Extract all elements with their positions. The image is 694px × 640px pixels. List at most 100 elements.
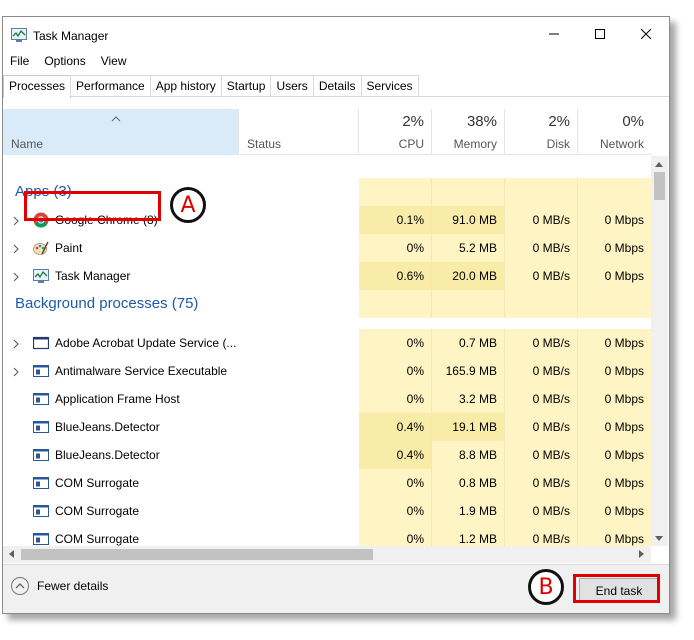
group-header-background[interactable]: Background processes (75): [3, 290, 651, 318]
tab-performance[interactable]: Performance: [70, 75, 151, 96]
tab-processes[interactable]: Processes: [3, 75, 72, 98]
process-name: BlueJeans.Detector: [55, 420, 160, 434]
title-bar[interactable]: Task Manager: [3, 17, 669, 51]
process-network: 0 Mbps: [578, 497, 651, 525]
process-row[interactable]: Application Frame Host 0% 3.2 MB 0 MB/s …: [3, 385, 651, 413]
process-disk: 0 MB/s: [505, 206, 578, 234]
process-row[interactable]: Paint 0% 5.2 MB 0 MB/s 0 Mbps: [3, 234, 651, 262]
annotation-marker-b: B: [528, 569, 564, 605]
menu-bar: File Options View: [3, 53, 135, 71]
minimize-button[interactable]: [531, 17, 577, 51]
process-network: 0 Mbps: [578, 206, 651, 234]
window-icon: [32, 335, 50, 351]
fewer-details-label: Fewer details: [37, 579, 109, 593]
task-manager-icon: [33, 268, 49, 284]
task-manager-icon: [11, 28, 27, 45]
column-name-label: Name: [11, 137, 44, 151]
process-row[interactable]: BlueJeans.Detector 0.4% 8.8 MB 0 MB/s 0 …: [3, 441, 651, 469]
process-row[interactable]: Adobe Acrobat Update Service (... 0% 0.7…: [3, 329, 651, 357]
column-name[interactable]: Name: [3, 109, 239, 155]
process-row[interactable]: COM Surrogate 0% 1.9 MB 0 MB/s 0 Mbps: [3, 497, 651, 525]
process-disk: 0 MB/s: [505, 385, 578, 413]
process-memory: 0.7 MB: [432, 329, 505, 357]
chevron-right-icon[interactable]: [13, 243, 19, 257]
process-cpu: 0%: [359, 525, 432, 547]
process-name: COM Surrogate: [55, 504, 140, 518]
chevron-right-icon[interactable]: [13, 271, 19, 285]
annotation-box-end-task: [573, 574, 660, 603]
horizontal-scroll-thumb[interactable]: [21, 549, 373, 560]
process-name: Task Manager: [55, 269, 131, 283]
process-name: COM Surrogate: [55, 532, 140, 546]
process-cpu: 0.4%: [359, 441, 432, 469]
process-row[interactable]: BlueJeans.Detector 0.4% 19.1 MB 0 MB/s 0…: [3, 413, 651, 441]
service-icon: [33, 503, 49, 519]
close-button[interactable]: [623, 17, 669, 51]
network-total: 0%: [622, 113, 644, 130]
chevron-right-icon[interactable]: [13, 338, 19, 352]
process-network: 0 Mbps: [578, 525, 651, 547]
process-cpu: 0.6%: [359, 262, 432, 290]
chevron-right-icon[interactable]: [13, 215, 19, 229]
process-row[interactable]: Antimalware Service Executable 0% 165.9 …: [3, 357, 651, 385]
process-cpu: 0%: [359, 469, 432, 497]
column-memory[interactable]: 38% Memory: [432, 109, 505, 155]
service-icon: [33, 363, 49, 379]
annotation-box-chrome: [24, 191, 161, 221]
column-network[interactable]: 0% Network: [578, 109, 651, 155]
process-cpu: 0%: [359, 234, 432, 262]
minimize-icon: [549, 33, 559, 35]
horizontal-scrollbar[interactable]: [3, 546, 651, 563]
process-network: 0 Mbps: [578, 469, 651, 497]
chevron-right-icon[interactable]: [13, 366, 19, 380]
scroll-right-icon[interactable]: [633, 546, 649, 562]
service-icon: [33, 391, 49, 407]
tab-startup[interactable]: Startup: [220, 75, 272, 96]
process-disk: 0 MB/s: [505, 525, 578, 547]
tab-users[interactable]: Users: [270, 75, 314, 96]
group-title-background: Background processes (75): [15, 295, 199, 312]
process-cpu: 0%: [359, 329, 432, 357]
column-memory-label: Memory: [453, 137, 497, 151]
process-memory: 0.8 MB: [432, 469, 505, 497]
annotation-marker-a: A: [170, 187, 206, 223]
process-name: BlueJeans.Detector: [55, 448, 160, 462]
process-network: 0 Mbps: [578, 234, 651, 262]
column-cpu[interactable]: 2% CPU: [359, 109, 432, 155]
process-name: Application Frame Host: [55, 392, 180, 406]
tab-details[interactable]: Details: [312, 75, 362, 96]
process-disk: 0 MB/s: [505, 357, 578, 385]
process-network: 0 Mbps: [578, 357, 651, 385]
vertical-scrollbar[interactable]: [651, 156, 668, 546]
memory-total: 38%: [466, 113, 497, 130]
process-row[interactable]: COM Surrogate 0% 0.8 MB 0 MB/s 0 Mbps: [3, 469, 651, 497]
column-cpu-label: CPU: [398, 137, 424, 151]
scroll-left-icon[interactable]: [3, 546, 19, 562]
vertical-scroll-thumb[interactable]: [654, 172, 665, 200]
tab-app-history[interactable]: App history: [149, 75, 222, 96]
process-row[interactable]: COM Surrogate 0% 1.2 MB 0 MB/s 0 Mbps: [3, 525, 651, 547]
disk-total: 2%: [548, 113, 570, 130]
process-cpu: 0%: [359, 385, 432, 413]
process-network: 0 Mbps: [578, 441, 651, 469]
scroll-up-icon[interactable]: [651, 156, 667, 172]
service-icon: [33, 475, 49, 491]
process-row[interactable]: Task Manager 0.6% 20.0 MB 0 MB/s 0 Mbps: [3, 262, 651, 290]
tab-services[interactable]: Services: [360, 75, 419, 96]
paint-icon: [33, 240, 49, 256]
menu-file[interactable]: File: [3, 53, 37, 71]
scroll-down-icon[interactable]: [651, 530, 667, 546]
maximize-button[interactable]: [577, 17, 623, 51]
fewer-details-toggle[interactable]: Fewer details: [11, 577, 108, 595]
menu-view[interactable]: View: [94, 53, 135, 71]
service-icon: [33, 531, 49, 547]
process-memory: 91.0 MB: [432, 206, 505, 234]
process-disk: 0 MB/s: [505, 497, 578, 525]
column-disk[interactable]: 2% Disk: [505, 109, 578, 155]
menu-options[interactable]: Options: [37, 53, 93, 71]
process-disk: 0 MB/s: [505, 234, 578, 262]
process-memory: 8.8 MB: [432, 441, 505, 469]
task-manager-window: Task Manager File Options View Processes…: [2, 16, 670, 614]
column-status[interactable]: Status: [239, 109, 359, 155]
cpu-total: 2%: [402, 113, 424, 130]
